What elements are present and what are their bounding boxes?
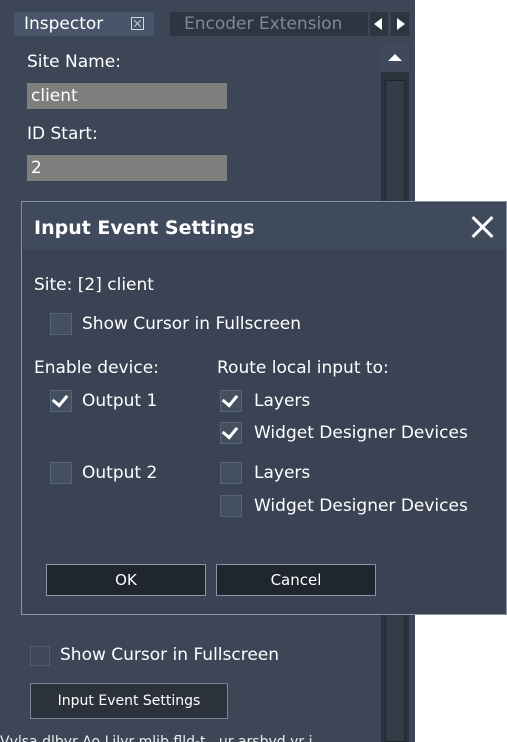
output2-layers-label: Layers	[254, 463, 311, 483]
site-name-label: Site Name:	[27, 52, 121, 72]
tab-scroll-left-button[interactable]	[370, 12, 388, 36]
route-local-input-label: Route local input to:	[217, 358, 389, 378]
site-info: Site: [2] client	[34, 275, 154, 295]
tab-inspector-label: Inspector	[24, 14, 104, 34]
close-icon[interactable]	[465, 209, 501, 245]
show-cursor-fullscreen-label: Show Cursor in Fullscreen	[82, 314, 302, 334]
input-event-settings-button[interactable]: Input Event Settings	[30, 683, 228, 719]
site-name-field[interactable]: client	[27, 83, 227, 109]
output2-wd-devices-label: Widget Designer Devices	[254, 496, 468, 516]
output1-layers-checkbox[interactable]	[220, 390, 242, 412]
output2-label: Output 2	[82, 463, 158, 483]
ok-button[interactable]: OK	[46, 564, 206, 596]
scroll-up-button[interactable]	[381, 44, 409, 72]
enable-device-label: Enable device:	[34, 358, 159, 378]
arrow-right-icon	[397, 18, 405, 30]
show-cursor-checkbox[interactable]	[30, 646, 50, 666]
check-icon	[221, 422, 239, 440]
check-icon	[51, 390, 69, 408]
check-icon	[221, 390, 239, 408]
output1-wd-devices-checkbox[interactable]	[220, 422, 242, 444]
tab-close-icon[interactable]	[131, 17, 144, 30]
dialog-title: Input Event Settings	[34, 217, 255, 239]
id-start-label: ID Start:	[27, 124, 98, 144]
arrow-left-icon	[374, 18, 382, 30]
tab-inspector[interactable]: Inspector	[14, 12, 154, 36]
app-root: Inspector Encoder Extension Site Name: c…	[0, 0, 507, 742]
output2-layers-checkbox[interactable]	[220, 462, 242, 484]
output1-layers-label: Layers	[254, 391, 311, 411]
output2-wd-devices-checkbox[interactable]	[220, 495, 242, 517]
output1-wd-devices-label: Widget Designer Devices	[254, 423, 468, 443]
output1-label: Output 1	[82, 391, 158, 411]
dialog-title-bar: Input Event Settings	[23, 203, 506, 249]
tab-bar: Inspector Encoder Extension	[0, 0, 415, 42]
cancel-button[interactable]: Cancel	[216, 564, 376, 596]
tab-encoder-extension[interactable]: Encoder Extension	[170, 12, 368, 36]
input-event-settings-dialog: Input Event Settings Site: [2] client Sh…	[21, 201, 507, 615]
output2-checkbox[interactable]	[50, 462, 72, 484]
cut-off-text: Vvlsa dlbyr Ao Lilyr mlib flld-t...ur ar…	[0, 734, 313, 742]
arrow-up-icon	[388, 54, 402, 61]
show-cursor-fullscreen-checkbox[interactable]	[50, 313, 72, 335]
show-cursor-label: Show Cursor in Fullscreen	[60, 645, 280, 665]
id-start-field[interactable]: 2	[27, 155, 227, 181]
tab-scroll-right-button[interactable]	[391, 12, 409, 36]
output1-checkbox[interactable]	[50, 390, 72, 412]
